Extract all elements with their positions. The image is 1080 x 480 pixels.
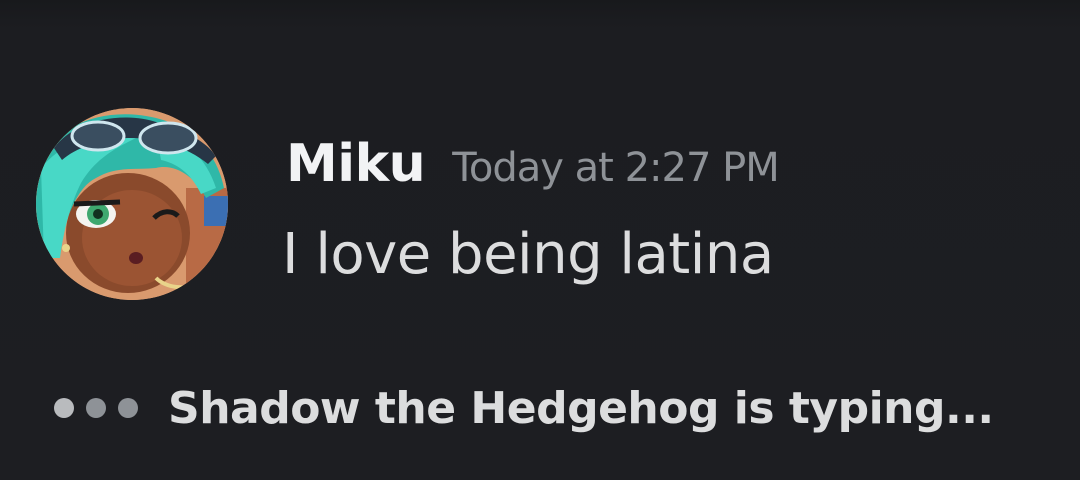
typing-suffix: is typing... (718, 382, 994, 434)
chat-message-area: Miku Today at 2:27 PM I love being latin… (0, 0, 1080, 480)
typing-indicator: Shadow the Hedgehog is typing... (54, 378, 994, 438)
chat-message[interactable]: Miku Today at 2:27 PM I love being latin… (36, 104, 1036, 304)
typing-dot (86, 398, 106, 418)
typing-dot (118, 398, 138, 418)
avatar[interactable] (36, 108, 228, 300)
typing-dots-icon (54, 398, 138, 418)
anime-avatar-icon (36, 108, 228, 300)
typing-user: Shadow the Hedgehog (168, 382, 719, 434)
message-text: I love being latina (282, 222, 774, 287)
message-header: Miku Today at 2:27 PM (286, 134, 780, 194)
typing-text: Shadow the Hedgehog is typing... (168, 383, 994, 434)
timestamp[interactable]: Today at 2:27 PM (452, 145, 779, 191)
username[interactable]: Miku (286, 134, 426, 194)
typing-dot (54, 398, 74, 418)
